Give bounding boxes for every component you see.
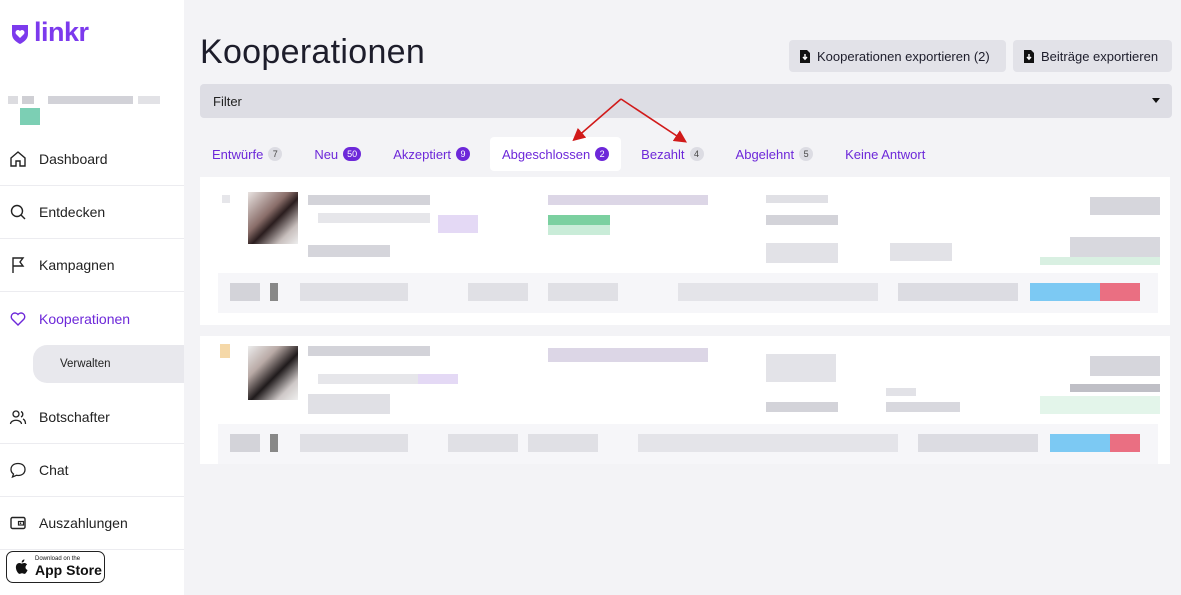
export-posts-label: Beiträge exportieren [1041, 48, 1159, 64]
tab-abgelehnt[interactable]: Abgelehnt 5 [724, 137, 826, 171]
cooperation-card[interactable] [200, 336, 1170, 464]
brand-name: linkr [34, 17, 89, 47]
sidebar-item-kooperationen[interactable]: Kooperationen [0, 292, 184, 345]
file-download-icon [800, 49, 810, 63]
page-title: Kooperationen [200, 33, 426, 71]
tab-label: Keine Antwort [845, 146, 926, 162]
app-store-badge[interactable]: Download on the App Store [6, 551, 105, 583]
cooperation-details-row [218, 424, 1158, 464]
status-tabs: Entwürfe 7 Neu 50 Akzeptiert 9 Abgeschlo… [200, 137, 945, 171]
search-icon [8, 202, 28, 222]
sidebar-nav: Dashboard Entdecken Kampagnen Kooperatio… [0, 133, 184, 550]
tab-label: Abgeschlossen [502, 146, 591, 162]
cooperation-card[interactable] [200, 177, 1170, 325]
tab-count-badge: 9 [456, 147, 470, 161]
heart-shield-icon [12, 24, 28, 44]
chat-icon [8, 460, 28, 480]
tab-abgeschlossen[interactable]: Abgeschlossen 2 [490, 137, 622, 171]
sidebar-item-dashboard[interactable]: Dashboard [0, 133, 184, 186]
tab-count-badge: 5 [799, 147, 814, 161]
tab-label: Neu [314, 146, 339, 162]
flag-icon [8, 255, 28, 275]
wallet-icon [8, 513, 28, 533]
tab-label: Entwürfe [212, 146, 264, 162]
sidebar-item-kampagnen[interactable]: Kampagnen [0, 239, 184, 292]
tab-count-badge: 7 [268, 147, 283, 161]
account-profile-blurred[interactable] [8, 90, 178, 130]
avatar [248, 346, 298, 400]
sidebar-item-auszahlungen[interactable]: Auszahlungen [0, 497, 184, 550]
tab-label: Bezahlt [641, 146, 685, 162]
tab-bezahlt[interactable]: Bezahlt 4 [629, 137, 715, 171]
brand-logo[interactable]: linkr [8, 17, 89, 48]
export-posts-button[interactable]: Beiträge exportieren [1013, 40, 1172, 72]
tab-count-badge: 4 [689, 147, 704, 161]
sidebar: linkr Dashboard Entdecken Kampagnen Koop… [0, 0, 184, 595]
sidebar-subitem-verwalten[interactable]: Verwalten [33, 345, 184, 383]
filter-label: Filter [213, 93, 242, 109]
status-progress-bar [1050, 434, 1110, 452]
export-cooperations-button[interactable]: Kooperationen exportieren (2) [789, 40, 1006, 72]
sidebar-item-label: Entdecken [39, 204, 106, 220]
app-store-big-text: App Store [35, 562, 102, 578]
sidebar-item-label: Dashboard [39, 151, 108, 167]
tab-label: Abgelehnt [735, 146, 795, 162]
tab-entwuerfe[interactable]: Entwürfe 7 [200, 137, 294, 171]
cooperation-details-row [218, 273, 1158, 313]
sidebar-item-chat[interactable]: Chat [0, 444, 184, 497]
heart-icon [8, 309, 28, 329]
filter-dropdown[interactable]: Filter [200, 84, 1172, 118]
sidebar-item-label: Chat [39, 462, 69, 478]
sidebar-item-label: Kampagnen [39, 257, 115, 273]
sidebar-item-label: Auszahlungen [39, 515, 128, 531]
avatar [248, 192, 298, 244]
apple-icon [15, 559, 28, 574]
tab-neu[interactable]: Neu 50 [302, 137, 373, 171]
tab-count-badge: 50 [343, 147, 362, 161]
tab-akzeptiert[interactable]: Akzeptiert 9 [381, 137, 482, 171]
home-icon [8, 149, 28, 169]
sidebar-item-label: Kooperationen [39, 310, 131, 327]
file-download-icon [1024, 49, 1034, 63]
tab-label: Akzeptiert [393, 146, 451, 162]
tab-keine-antwort[interactable]: Keine Antwort [833, 137, 937, 171]
sidebar-item-entdecken[interactable]: Entdecken [0, 186, 184, 239]
sidebar-item-label: Botschafter [39, 409, 110, 425]
chevron-down-icon [1152, 98, 1160, 103]
status-progress-bar [1030, 283, 1100, 301]
tab-count-badge: 2 [595, 147, 610, 161]
users-icon [8, 407, 28, 427]
sidebar-item-botschafter[interactable]: Botschafter [0, 391, 184, 444]
export-cooperations-label: Kooperationen exportieren (2) [817, 48, 990, 64]
